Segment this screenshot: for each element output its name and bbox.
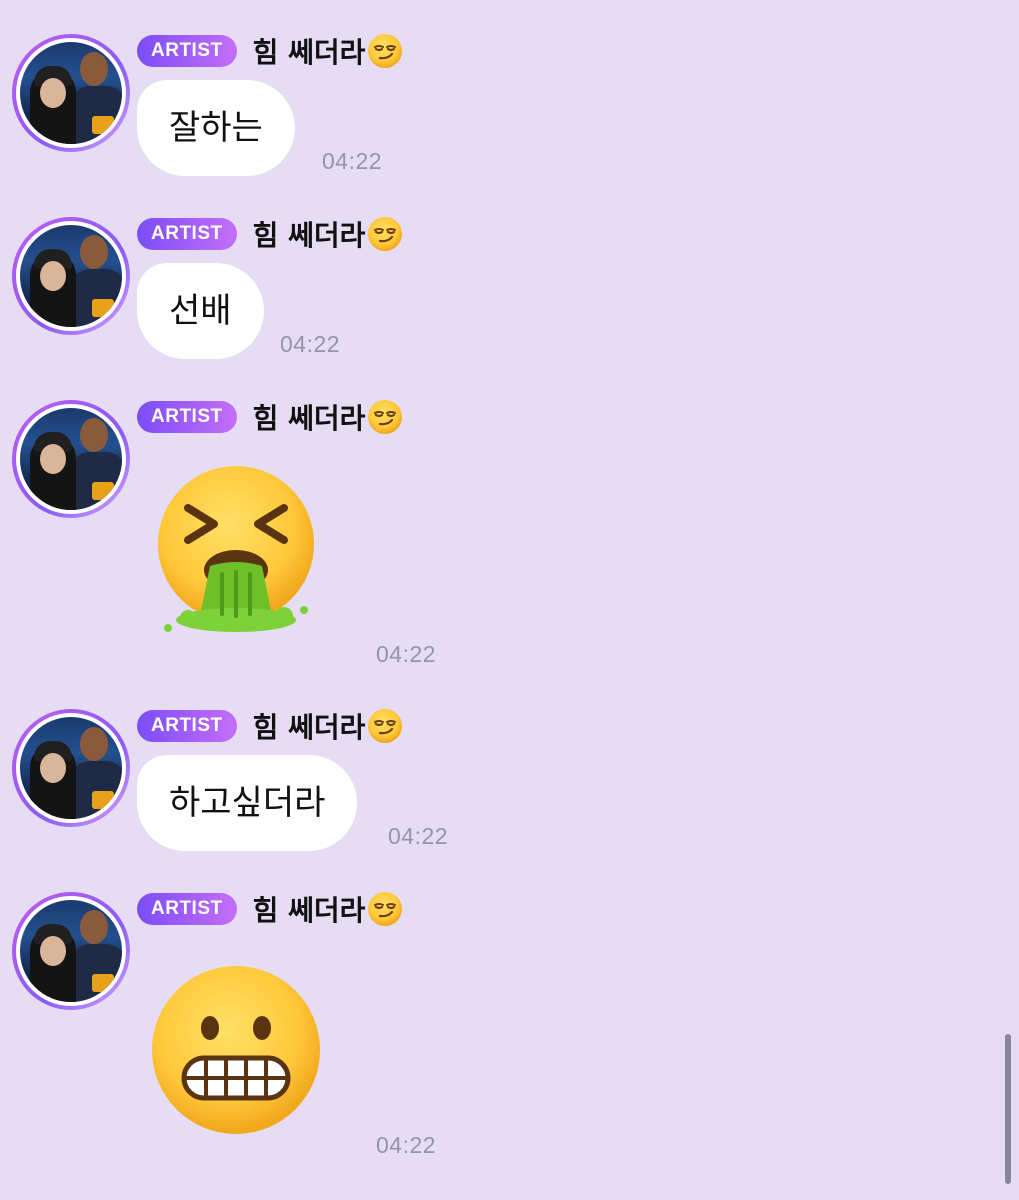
smirking-face-icon [367, 891, 403, 927]
sender-name[interactable]: 힘 쎄더라 [253, 889, 366, 929]
sender-header: ARTIST 힘 쎄더라 [137, 214, 403, 254]
smirking-face-icon [367, 33, 403, 69]
avatar[interactable] [12, 400, 130, 518]
scrollbar[interactable] [1005, 1034, 1011, 1184]
message-time: 04:22 [376, 641, 437, 667]
sender-name[interactable]: 힘 쎄더라 [253, 31, 366, 71]
avatar[interactable] [12, 892, 130, 1010]
sender-name[interactable]: 힘 쎄더라 [253, 706, 366, 746]
message-time: 04:22 [322, 148, 383, 174]
avatar[interactable] [12, 709, 130, 827]
sender-header: ARTIST 힘 쎄더라 [137, 706, 403, 746]
message-bubble[interactable]: 잘하는 [137, 80, 295, 176]
sender-name[interactable]: 힘 쎄더라 [253, 397, 366, 437]
smirking-face-icon [367, 216, 403, 252]
avatar[interactable] [12, 217, 130, 335]
message-bubble[interactable]: 선배 [137, 263, 264, 359]
smirking-face-icon [367, 708, 403, 744]
sender-header: ARTIST 힘 쎄더라 [137, 397, 403, 437]
artist-badge: ARTIST [137, 218, 237, 250]
grimacing-face-icon[interactable] [148, 962, 324, 1138]
sender-header: ARTIST 힘 쎄더라 [137, 31, 403, 71]
artist-badge: ARTIST [137, 893, 237, 925]
artist-badge: ARTIST [137, 401, 237, 433]
smirking-face-icon [367, 399, 403, 435]
artist-badge: ARTIST [137, 710, 237, 742]
message-bubble[interactable]: 하고싶더라 [137, 755, 358, 851]
message-time: 04:22 [376, 1132, 437, 1158]
vomiting-face-icon[interactable] [148, 462, 324, 638]
avatar[interactable] [12, 34, 130, 152]
artist-badge: ARTIST [137, 35, 237, 67]
message-time: 04:22 [280, 331, 341, 357]
sender-header: ARTIST 힘 쎄더라 [137, 889, 403, 929]
message-time: 04:22 [388, 823, 449, 849]
sender-name[interactable]: 힘 쎄더라 [253, 214, 366, 254]
